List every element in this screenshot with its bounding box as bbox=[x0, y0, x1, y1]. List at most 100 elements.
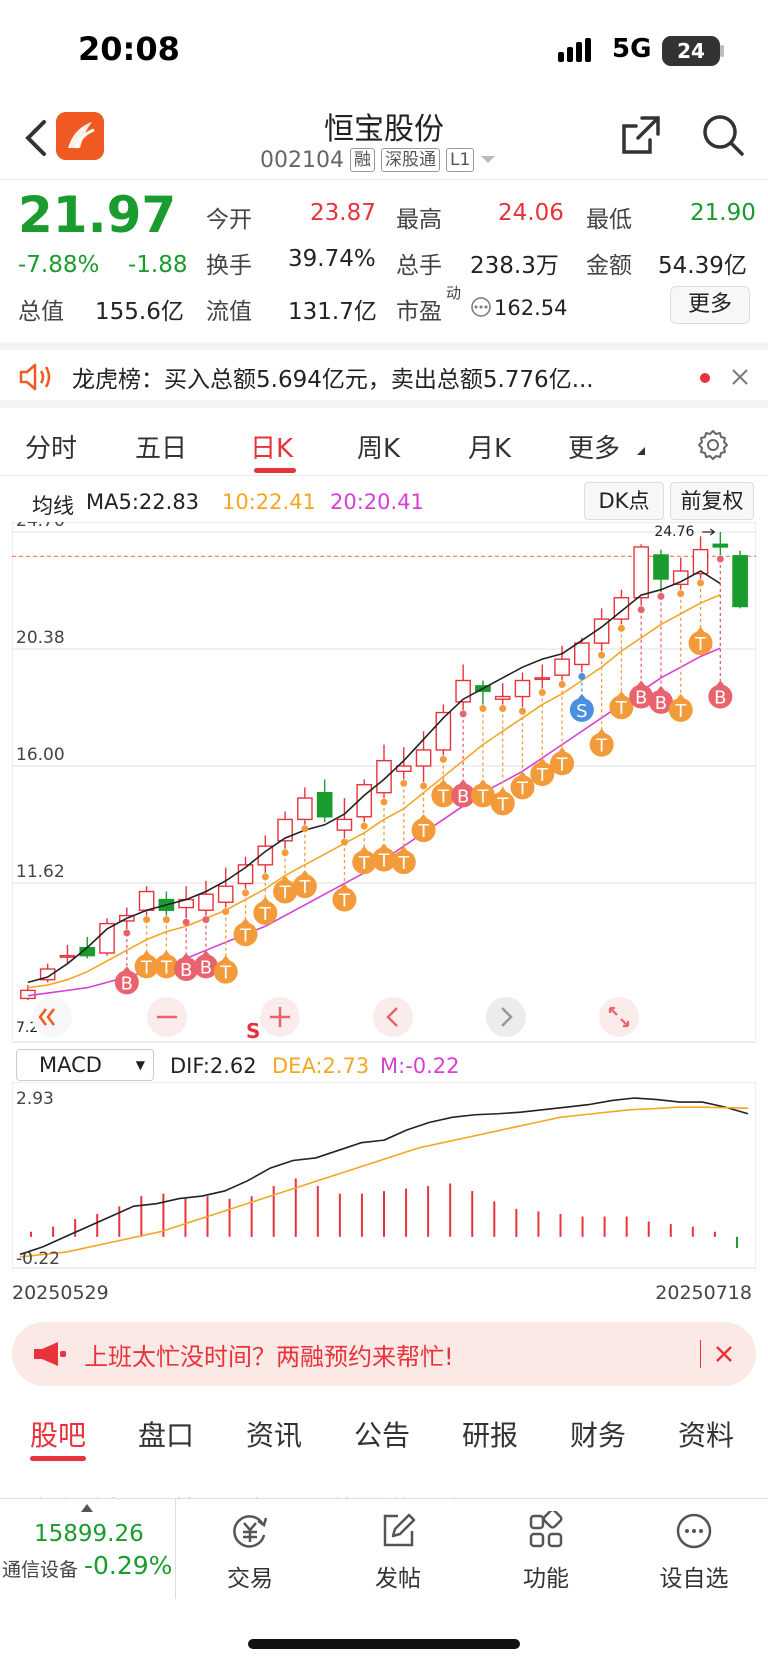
caret-up-icon bbox=[81, 1504, 93, 1512]
y-tick-label: 16.00 bbox=[16, 745, 65, 765]
candle-body bbox=[217, 885, 234, 903]
macd-bottom-label: -0.22 bbox=[16, 1249, 60, 1269]
network-type: 5G bbox=[612, 34, 652, 64]
macd-bar bbox=[559, 1213, 562, 1237]
signal-dot bbox=[420, 782, 428, 790]
nav-functions[interactable]: 功能 bbox=[486, 1508, 606, 1593]
candle-body bbox=[297, 797, 313, 821]
signal-dot bbox=[242, 889, 250, 897]
close-icon[interactable] bbox=[730, 367, 750, 387]
yuan-exchange-icon bbox=[233, 1515, 268, 1548]
notice-text: 龙虎榜：买入总额5.694亿元，卖出总额5.776亿... bbox=[72, 367, 594, 393]
nav-trade[interactable]: 交易 bbox=[190, 1511, 310, 1593]
nav-post[interactable]: 发帖 bbox=[338, 1511, 458, 1593]
nav-trade-label: 交易 bbox=[227, 1566, 273, 1592]
dk-point-button[interactable]: DK点 bbox=[584, 482, 664, 520]
close-icon[interactable] bbox=[714, 1344, 734, 1364]
gear-icon[interactable] bbox=[696, 428, 730, 462]
adjust-button[interactable]: 前复权 bbox=[670, 482, 754, 520]
candle-body bbox=[376, 759, 392, 794]
signal-letter: T bbox=[358, 853, 371, 874]
signal-dot bbox=[518, 707, 526, 715]
active-tab-indicator bbox=[30, 1456, 86, 1461]
macd-chart[interactable]: 2.93 -0.22 bbox=[12, 1082, 756, 1272]
signal-letter: T bbox=[397, 853, 410, 874]
macd-bar bbox=[647, 1221, 650, 1237]
quote-panel: 21.97 -7.88% -1.88 总值 155.6亿 今开 23.87 最高… bbox=[0, 182, 768, 337]
signal-dot bbox=[162, 916, 170, 924]
dea-value: DEA:2.73 bbox=[272, 1054, 370, 1078]
macd-bar bbox=[669, 1224, 672, 1237]
macd-bar bbox=[493, 1201, 496, 1237]
tab-announcements[interactable]: 公告 bbox=[354, 1414, 410, 1454]
tab-forum[interactable]: 股吧 bbox=[30, 1414, 86, 1454]
macd-bar bbox=[184, 1198, 187, 1237]
macd-bar bbox=[713, 1231, 716, 1237]
candle-body bbox=[415, 749, 432, 767]
m-value: M:-0.22 bbox=[380, 1054, 460, 1078]
signal-dot bbox=[578, 673, 586, 681]
stock-code-row[interactable]: 002104 融 深股通 L1 bbox=[260, 146, 496, 174]
ma10-value: 10:22.41 bbox=[222, 490, 316, 514]
tab-five-day[interactable]: 五日 bbox=[135, 428, 187, 465]
open-label: 今开 bbox=[206, 207, 252, 233]
corner-arrow-icon bbox=[637, 447, 645, 455]
more-dots-icon[interactable] bbox=[470, 296, 492, 318]
tab-weekly-k[interactable]: 周K bbox=[357, 428, 400, 465]
tab-research[interactable]: 研报 bbox=[462, 1414, 518, 1454]
tab-order-book[interactable]: 盘口 bbox=[138, 1414, 194, 1454]
macd-bar bbox=[625, 1216, 628, 1237]
pe-type: 动 bbox=[446, 284, 462, 302]
kline-chart[interactable]: 24.7620.3816.0011.62 BTTBBTTTTTTTTTTTBTT… bbox=[12, 522, 756, 1044]
speaker-icon bbox=[19, 363, 51, 391]
signal-letter: T bbox=[160, 957, 173, 978]
tab-intraday[interactable]: 分时 bbox=[25, 428, 77, 465]
prev-control bbox=[373, 997, 413, 1037]
dif-value: DIF:2.62 bbox=[170, 1054, 257, 1078]
notice-dot bbox=[700, 373, 710, 383]
signal-letter: T bbox=[279, 883, 292, 904]
indicator-select[interactable]: MACD ▼ bbox=[16, 1049, 154, 1081]
index-name: 通信设备 bbox=[2, 1559, 79, 1581]
chevron-down-icon: ▼ bbox=[135, 1058, 145, 1072]
tab-more[interactable]: 更多 bbox=[568, 428, 620, 465]
tab-daily-k[interactable]: 日K bbox=[250, 428, 293, 465]
promo-banner[interactable]: 上班太忙没时间？两融预约来帮忙! bbox=[12, 1322, 756, 1386]
signal-dot bbox=[340, 838, 348, 846]
macd-bar bbox=[735, 1236, 738, 1248]
promo-divider bbox=[700, 1340, 701, 1368]
change-amount: -1.88 bbox=[128, 252, 188, 278]
high-label: 最高 bbox=[396, 207, 442, 233]
candle-body bbox=[316, 792, 333, 818]
tab-profile[interactable]: 资料 bbox=[678, 1414, 734, 1454]
signal-letter: B bbox=[121, 973, 133, 994]
amount-label: 金额 bbox=[586, 253, 632, 279]
macd-bar bbox=[316, 1186, 319, 1237]
signal-dot bbox=[143, 916, 151, 924]
tab-news[interactable]: 资讯 bbox=[246, 1414, 302, 1454]
candle-body bbox=[198, 893, 214, 911]
tag-margin: 融 bbox=[349, 148, 375, 172]
tag-level: L1 bbox=[445, 148, 475, 172]
sector-index[interactable]: 15899.26 通信设备 -0.29% bbox=[0, 1499, 176, 1599]
candle-body bbox=[633, 546, 650, 599]
macd-bar bbox=[581, 1216, 584, 1237]
share-icon[interactable] bbox=[618, 112, 664, 158]
nav-watchlist[interactable]: 设自选 bbox=[634, 1511, 754, 1593]
search-icon[interactable] bbox=[700, 112, 746, 158]
home-indicator bbox=[248, 1639, 520, 1649]
mcap-label: 总值 bbox=[18, 299, 64, 325]
macd-bar bbox=[515, 1208, 518, 1237]
macd-bar bbox=[471, 1191, 474, 1237]
low-value: 21.90 bbox=[690, 200, 756, 226]
signal-letter: T bbox=[140, 957, 153, 978]
notice-bar[interactable]: 龙虎榜：买入总额5.694亿元，卖出总额5.776亿... bbox=[0, 342, 768, 408]
tab-financials[interactable]: 财务 bbox=[570, 1414, 626, 1454]
amount-value: 54.39亿 bbox=[658, 253, 747, 279]
more-button[interactable]: 更多 bbox=[670, 286, 750, 324]
signal-dot bbox=[360, 822, 368, 830]
signal-dot bbox=[182, 918, 190, 926]
tab-monthly-k[interactable]: 月K bbox=[468, 428, 511, 465]
candle bbox=[633, 544, 650, 606]
megaphone-icon bbox=[34, 1342, 66, 1366]
